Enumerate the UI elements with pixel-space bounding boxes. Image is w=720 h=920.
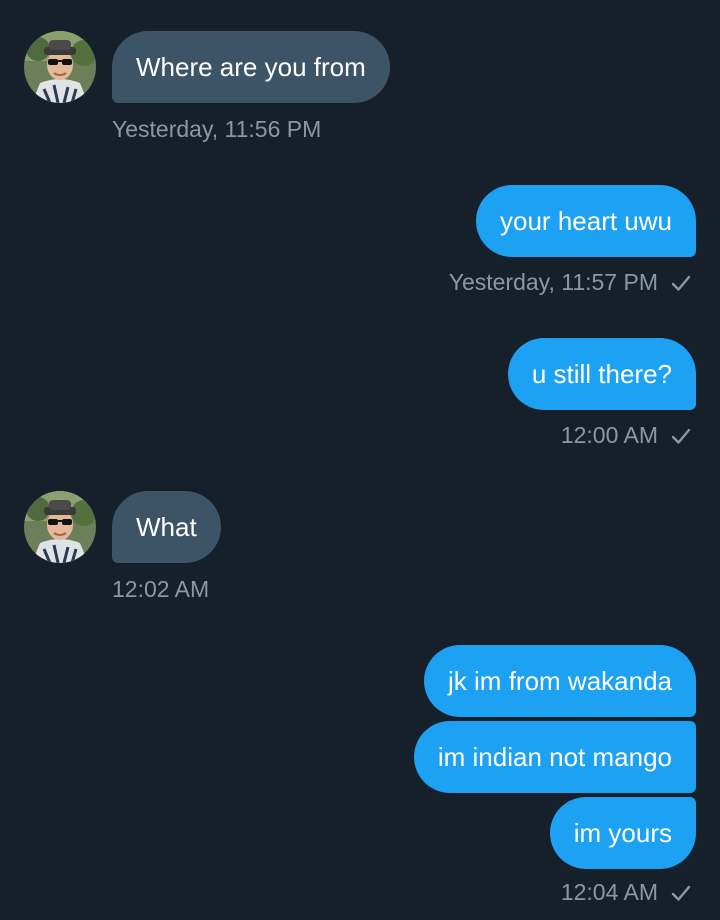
message-bubble-incoming[interactable]: Where are you from xyxy=(112,31,390,103)
sender-avatar[interactable] xyxy=(24,31,96,103)
timestamp-text: 12:00 AM xyxy=(560,422,658,448)
sender-avatar[interactable] xyxy=(24,491,96,563)
timestamp-text: 12:04 AM xyxy=(560,879,658,905)
check-icon xyxy=(671,885,691,901)
message-bubble-outgoing[interactable]: your heart uwu xyxy=(476,185,696,257)
conversation-thread: Where are you from Yesterday, 11:56 PM y… xyxy=(0,0,720,920)
message-bubble-outgoing[interactable]: jk im from wakanda xyxy=(424,645,696,717)
message-timestamp: Yesterday, 11:57 PM xyxy=(449,269,692,296)
check-icon xyxy=(671,275,691,291)
check-icon xyxy=(671,428,691,444)
message-text: jk im from wakanda xyxy=(448,665,672,696)
timestamp-text: 12:02 AM xyxy=(112,576,210,602)
message-text: im yours xyxy=(573,817,672,848)
message-text: Where are you from xyxy=(136,51,366,82)
timestamp-text: Yesterday, 11:56 PM xyxy=(112,116,322,142)
message-text: your heart uwu xyxy=(500,205,672,236)
message-bubble-outgoing[interactable]: u still there? xyxy=(507,338,696,410)
message-timestamp: 12:04 AM xyxy=(561,879,692,906)
message-bubble-outgoing[interactable]: im yours xyxy=(549,797,696,869)
message-timestamp: 12:00 AM xyxy=(561,422,692,449)
message-bubble-outgoing[interactable]: im indian not mango xyxy=(413,721,696,793)
message-text: u still there? xyxy=(531,358,672,389)
message-text: im indian not mango xyxy=(437,741,672,772)
message-text: What xyxy=(136,511,197,542)
message-timestamp: Yesterday, 11:56 PM xyxy=(112,116,321,143)
message-bubble-incoming[interactable]: What xyxy=(112,491,221,563)
timestamp-text: Yesterday, 11:57 PM xyxy=(448,269,658,295)
message-timestamp: 12:02 AM xyxy=(112,576,209,603)
